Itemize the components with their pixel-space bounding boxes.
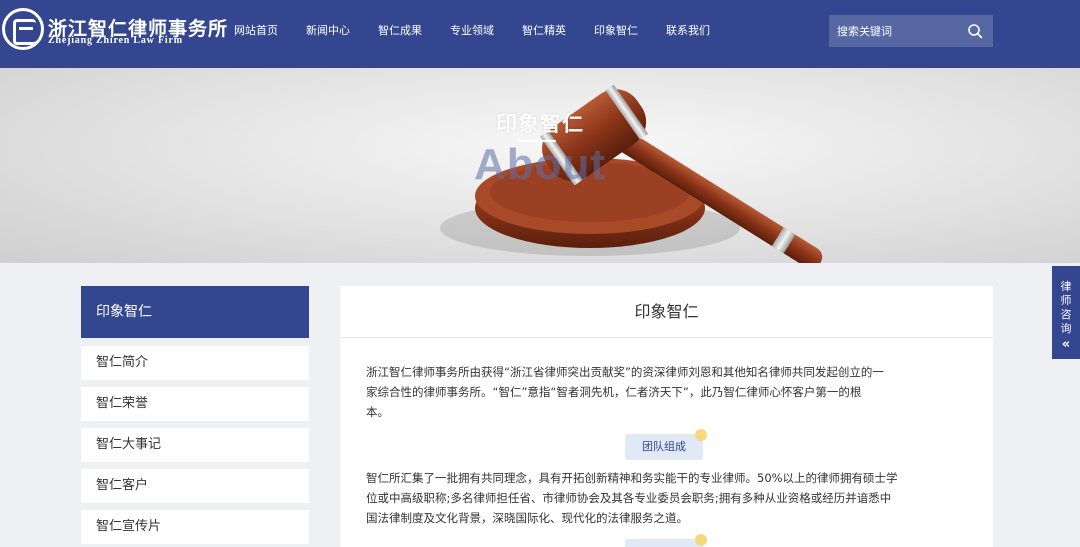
brand-name-en: Zhejiang Zhiren Law Firm xyxy=(48,35,183,46)
banner-subtitle: About xyxy=(473,140,607,189)
team-line: 位或中高级职称;多名律师担任省、市律师协会及其各专业委员会职务;拥有多种从业资格… xyxy=(366,491,892,505)
collapse-chevron-icon[interactable]: « xyxy=(1052,338,1080,352)
nav-item-practice-areas[interactable]: 专业领域 xyxy=(436,22,508,38)
team-paragraph: 智仁所汇集了一批拥有共同理念，具有开拓创新精神和务实能干的专业律师。50%以上的… xyxy=(366,468,968,528)
search-icon[interactable] xyxy=(967,23,983,39)
sidebar-item-video[interactable]: 智仁宣传片 xyxy=(81,510,309,544)
main-content: 印象智仁 浙江智仁律师事务所由获得“浙江省律师突出贡献奖”的资深律师刘恩和其他知… xyxy=(340,286,993,547)
intro-paragraph: 浙江智仁律师事务所由获得“浙江省律师突出贡献奖”的资深律师刘恩和其他知名律师共同… xyxy=(366,362,968,422)
intro-line: 家综合性的律师事务所。“智仁”意指“智者洞先机，仁者济天下”，此乃智仁律师心怀客… xyxy=(366,385,862,399)
hero-banner: 印象智仁 About xyxy=(0,68,1080,263)
nav-item-achievements[interactable]: 智仁成果 xyxy=(364,22,436,38)
nav-item-home[interactable]: 网站首页 xyxy=(220,22,292,38)
lawyer-consult-tab[interactable]: 律 师 咨 询 « xyxy=(1052,266,1080,359)
team-line: 智仁所汇集了一批拥有共同理念，具有开拓创新精神和务实能干的专业律师。50%以上的… xyxy=(366,471,898,485)
consult-char: 律 xyxy=(1060,280,1072,293)
sidebar-item-milestones[interactable]: 智仁大事记 xyxy=(81,428,309,462)
consult-label: 律 师 咨 询 xyxy=(1052,280,1080,336)
consult-char: 询 xyxy=(1060,322,1072,335)
sidebar-item-honors[interactable]: 智仁荣誉 xyxy=(81,387,309,421)
consult-char: 师 xyxy=(1060,294,1072,307)
nav-item-about[interactable]: 印象智仁 xyxy=(580,22,652,38)
content-title: 印象智仁 xyxy=(340,286,993,338)
search-box xyxy=(829,15,993,47)
nav-item-contact[interactable]: 联系我们 xyxy=(652,22,724,38)
banner-title: 印象智仁 xyxy=(496,112,584,136)
nav-item-team[interactable]: 智仁精英 xyxy=(508,22,580,38)
section-label-team: 团队组成 xyxy=(625,434,703,460)
nav-item-news[interactable]: 新闻中心 xyxy=(292,22,364,38)
sidebar-item-intro[interactable]: 智仁简介 xyxy=(81,346,309,380)
search-input[interactable] xyxy=(829,15,959,47)
intro-line: 浙江智仁律师事务所由获得“浙江省律师突出贡献奖”的资深律师刘恩和其他知名律师共同… xyxy=(366,365,884,379)
site-header: 浙江智仁律师事务所 Zhejiang Zhiren Law Firm 网站首页 … xyxy=(0,0,1080,68)
sidebar-item-clients[interactable]: 智仁客户 xyxy=(81,469,309,503)
consult-char: 咨 xyxy=(1060,308,1072,321)
intro-line: 本。 xyxy=(366,405,389,419)
next-section-label xyxy=(625,539,703,547)
next-section-dot xyxy=(695,534,707,546)
main-nav: 网站首页 新闻中心 智仁成果 专业领域 智仁精英 印象智仁 联系我们 xyxy=(220,0,724,60)
team-line: 国法律制度及文化背景，深晓国际化、现代化的法律服务之道。 xyxy=(366,511,688,525)
logo-icon[interactable] xyxy=(2,8,44,50)
section-label-dot xyxy=(695,429,707,441)
sidebar-title: 印象智仁 xyxy=(81,286,309,338)
